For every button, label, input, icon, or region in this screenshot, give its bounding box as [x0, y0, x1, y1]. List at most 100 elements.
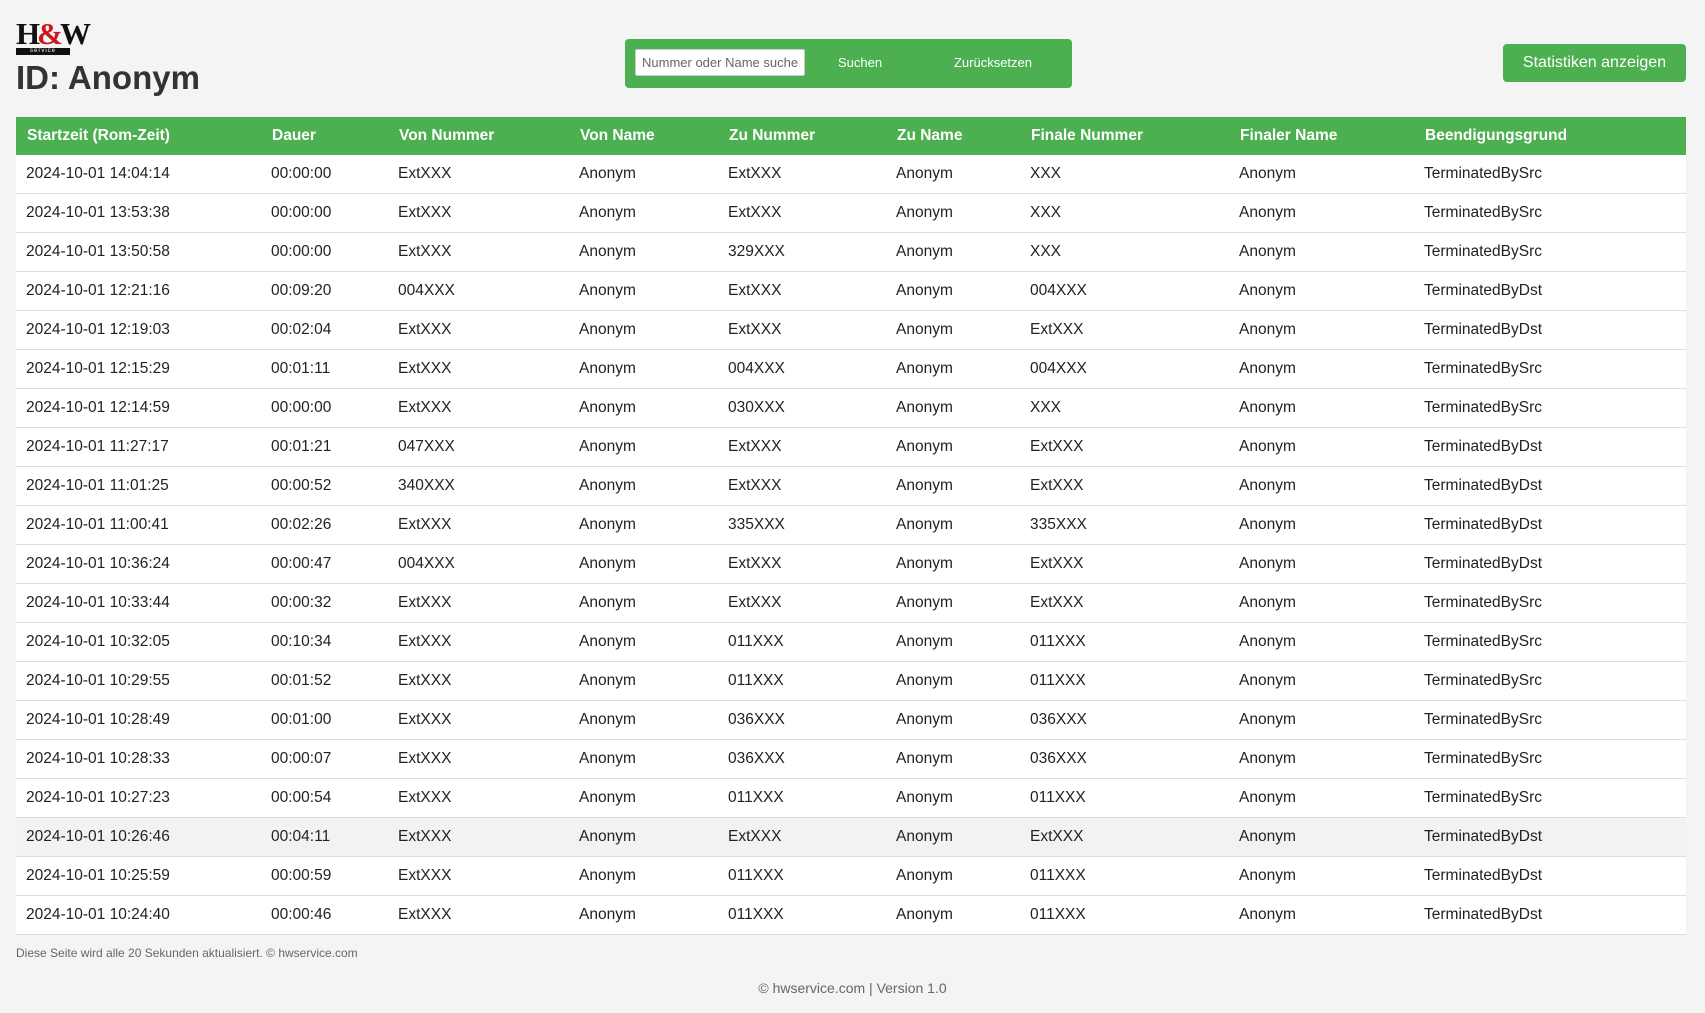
table-cell: 00:00:32: [261, 583, 388, 623]
column-header: Finale Nummer: [1020, 117, 1229, 155]
table-cell: ExtXXX: [718, 466, 886, 506]
table-cell: Anonym: [1229, 622, 1414, 662]
table-cell: Anonym: [886, 155, 1020, 194]
table-cell: 335XXX: [1020, 505, 1229, 545]
table-cell: Anonym: [886, 388, 1020, 428]
table-row: 2024-10-01 11:27:17 00:01:21 047XXX Anonym E…: [16, 427, 1686, 467]
column-header: Finaler Name: [1229, 117, 1414, 155]
table-cell: ExtXXX: [1020, 817, 1229, 857]
table-cell: Anonym: [1229, 700, 1414, 740]
table-cell: 2024-10-01 10:28:33: [16, 739, 261, 779]
table-header-row: Startzeit (Rom-Zeit) Dauer Von Nummer Von N…: [16, 117, 1686, 155]
reset-button[interactable]: Zurücksetzen: [925, 49, 1061, 76]
table-cell: ExtXXX: [1020, 310, 1229, 350]
table-cell: ExtXXX: [388, 505, 569, 545]
table-cell: Anonym: [569, 622, 718, 662]
show-statistics-button[interactable]: Statistiken anzeigen: [1503, 44, 1686, 82]
table-cell: 004XXX: [388, 544, 569, 584]
table-cell: 00:00:00: [261, 232, 388, 272]
table-cell: 329XXX: [718, 232, 886, 272]
column-header: Von Name: [569, 117, 718, 155]
column-header: Startzeit (Rom-Zeit): [16, 117, 261, 155]
table-cell: 2024-10-01 14:04:14: [16, 155, 261, 194]
table-cell: TerminatedBySrc: [1414, 583, 1686, 623]
table-cell: ExtXXX: [718, 544, 886, 584]
footer: © hwservice.com | Version 1.0: [758, 980, 947, 996]
table-row: 2024-10-01 12:21:16 00:09:20 004XXX Anonym E…: [16, 271, 1686, 311]
table-cell: 011XXX: [718, 778, 886, 818]
table-cell: Anonym: [886, 466, 1020, 506]
table-cell: Anonym: [569, 232, 718, 272]
table-cell: 011XXX: [718, 856, 886, 896]
table-cell: 011XXX: [718, 622, 886, 662]
table-cell: Anonym: [569, 388, 718, 428]
table-cell: 004XXX: [1020, 271, 1229, 311]
table-cell: 036XXX: [718, 700, 886, 740]
table-cell: Anonym: [569, 427, 718, 467]
table-cell: Anonym: [886, 193, 1020, 233]
table-cell: 00:04:11: [261, 817, 388, 857]
table-cell: 011XXX: [1020, 661, 1229, 701]
table-cell: 00:02:26: [261, 505, 388, 545]
table-cell: 2024-10-01 10:33:44: [16, 583, 261, 623]
table-cell: XXX: [1020, 232, 1229, 272]
table-cell: Anonym: [886, 778, 1020, 818]
table-body: 2024-10-01 14:04:14 00:00:00 ExtXXX Anonym E…: [16, 155, 1686, 935]
table-cell: 011XXX: [1020, 856, 1229, 896]
table-row: 2024-10-01 12:19:03 00:02:04 ExtXXX Anonym E…: [16, 310, 1686, 350]
table-cell: 00:00:54: [261, 778, 388, 818]
table-cell: Anonym: [1229, 155, 1414, 194]
table-cell: TerminatedBySrc: [1414, 778, 1686, 818]
table-cell: ExtXXX: [718, 155, 886, 194]
table-row: 2024-10-01 13:53:38 00:00:00 ExtXXX Anonym E…: [16, 193, 1686, 233]
table-cell: ExtXXX: [388, 817, 569, 857]
table-cell: Anonym: [1229, 349, 1414, 389]
table-cell: XXX: [1020, 193, 1229, 233]
table-cell: TerminatedBySrc: [1414, 155, 1686, 194]
table-cell: TerminatedByDst: [1414, 817, 1686, 857]
table-row: 2024-10-01 10:24:40 00:00:46 ExtXXX Anonym 0…: [16, 895, 1686, 935]
table-cell: Anonym: [1229, 427, 1414, 467]
table-cell: TerminatedByDst: [1414, 271, 1686, 311]
table-cell: 004XXX: [388, 271, 569, 311]
table-cell: Anonym: [569, 155, 718, 194]
table-cell: Anonym: [1229, 271, 1414, 311]
table-row: 2024-10-01 10:32:05 00:10:34 ExtXXX Anonym 0…: [16, 622, 1686, 662]
table-cell: TerminatedByDst: [1414, 427, 1686, 467]
table-cell: ExtXXX: [1020, 427, 1229, 467]
hw-service-logo: H&W service: [16, 18, 91, 56]
table-cell: Anonym: [1229, 817, 1414, 857]
table-cell: 2024-10-01 11:00:41: [16, 505, 261, 545]
table-cell: 00:00:59: [261, 856, 388, 896]
table-cell: 011XXX: [718, 895, 886, 935]
search-input[interactable]: [635, 49, 805, 76]
table-cell: TerminatedBySrc: [1414, 700, 1686, 740]
table-cell: Anonym: [886, 310, 1020, 350]
table-cell: Anonym: [569, 895, 718, 935]
table-cell: 2024-10-01 12:15:29: [16, 349, 261, 389]
table-row: 2024-10-01 11:01:25 00:00:52 340XXX Anonym E…: [16, 466, 1686, 506]
table-cell: Anonym: [886, 622, 1020, 662]
search-button[interactable]: Suchen: [825, 49, 895, 76]
table-cell: ExtXXX: [388, 388, 569, 428]
table-row: 2024-10-01 12:14:59 00:00:00 ExtXXX Anonym 0…: [16, 388, 1686, 428]
table-cell: TerminatedBySrc: [1414, 661, 1686, 701]
table-cell: 2024-10-01 13:50:58: [16, 232, 261, 272]
call-log-table: Startzeit (Rom-Zeit) Dauer Von Nummer Von N…: [16, 117, 1686, 935]
table-cell: Anonym: [1229, 193, 1414, 233]
table-cell: 2024-10-01 10:32:05: [16, 622, 261, 662]
table-cell: TerminatedBySrc: [1414, 349, 1686, 389]
table-cell: 004XXX: [1020, 349, 1229, 389]
table-cell: Anonym: [569, 661, 718, 701]
column-header: Dauer: [261, 117, 388, 155]
table-cell: Anonym: [569, 193, 718, 233]
table-cell: TerminatedByDst: [1414, 856, 1686, 896]
table-cell: Anonym: [1229, 505, 1414, 545]
table-cell: 004XXX: [718, 349, 886, 389]
table-row: 2024-10-01 14:04:14 00:00:00 ExtXXX Anonym E…: [16, 155, 1686, 194]
page-title: ID: Anonym: [16, 59, 200, 96]
table-cell: 00:01:52: [261, 661, 388, 701]
table-cell: Anonym: [569, 817, 718, 857]
table-cell: TerminatedBySrc: [1414, 232, 1686, 272]
table-cell: Anonym: [886, 505, 1020, 545]
